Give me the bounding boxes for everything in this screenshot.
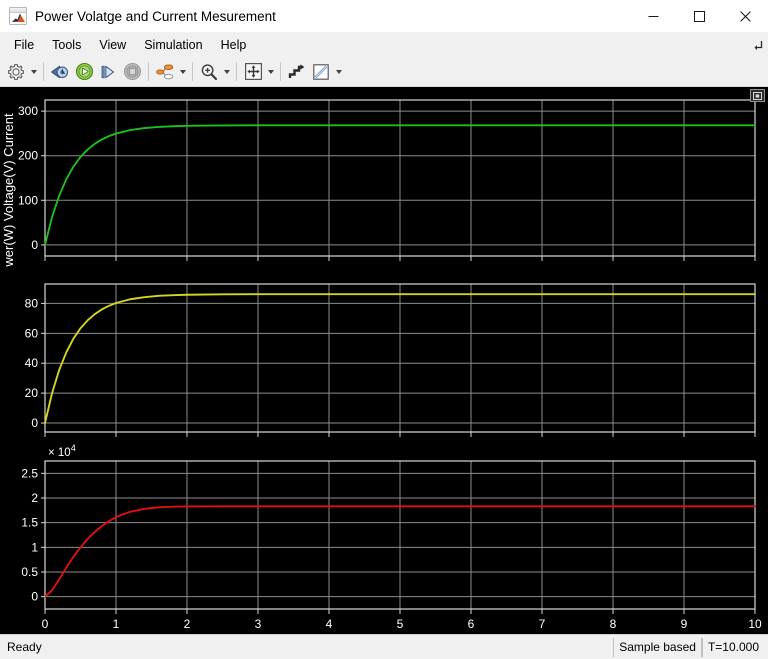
scope-window: Power Volatge and Current Mesurement Fil…: [0, 0, 768, 659]
toolbar: [0, 57, 768, 87]
toolbar-separator-1: [43, 62, 44, 81]
x-tick-label: 10: [748, 617, 762, 631]
toolbar-separator-2: [148, 62, 149, 81]
menu-bar: File Tools View Simulation Help: [0, 32, 768, 57]
x-tick-label: 2: [184, 617, 191, 631]
step-forward-button[interactable]: [96, 60, 120, 84]
autoscale-caret[interactable]: [265, 60, 276, 84]
annotations-button[interactable]: [309, 60, 333, 84]
y-tick-label: 1.5: [21, 516, 38, 530]
stop-button: [120, 60, 144, 84]
status-frame-mode: Sample based: [613, 637, 702, 657]
maximize-button[interactable]: [676, 0, 722, 32]
scope-display[interactable]: 0 100 200 300 0 20 40 60 80 0 0.5 1 1.5 2 2.5 × 104 0 1 2 3…: [0, 87, 768, 634]
toolbar-separator-3: [192, 62, 193, 81]
x-tick-label: 6: [468, 617, 475, 631]
window-title: Power Volatge and Current Mesurement: [35, 8, 276, 24]
window-controls: [630, 0, 768, 32]
matlab-scope-icon: [9, 7, 27, 25]
autoscale-button[interactable]: [241, 60, 265, 84]
configuration-properties-button[interactable]: [4, 60, 28, 84]
y-tick-label: 80: [25, 296, 39, 310]
x-tick-label: 1: [113, 617, 120, 631]
zoom-in-button[interactable]: [197, 60, 221, 84]
scope-plots: 0 100 200 300 0 20 40 60 80 0 0.5 1 1.5 2 2.5 × 104 0 1 2 3…: [1, 99, 762, 631]
y-tick-label: 20: [25, 386, 39, 400]
toolbar-separator-5: [280, 62, 281, 81]
signal-selector-caret[interactable]: [177, 60, 188, 84]
y-tick-label: 300: [18, 104, 38, 118]
status-bar: Ready Sample based T=10.000: [0, 634, 768, 659]
menu-tools[interactable]: Tools: [44, 35, 89, 55]
x-tick-label: 0: [42, 617, 49, 631]
x-tick-label: 5: [397, 617, 404, 631]
y-tick-label: 1: [31, 540, 38, 554]
power-plot: 0 0.5 1 1.5 2 2.5 × 104 0 1 2 3 4 5 6 7 8 9 10: [21, 443, 762, 631]
annotations-caret[interactable]: [333, 60, 344, 84]
y-tick-label: 100: [18, 193, 38, 207]
y-tick-label: 0: [31, 416, 38, 430]
signal-selector-button[interactable]: [153, 60, 177, 84]
menu-file[interactable]: File: [6, 35, 42, 55]
status-time: T=10.000: [701, 637, 764, 657]
run-back-to-start-button[interactable]: [48, 60, 72, 84]
x-tick-label: 7: [539, 617, 546, 631]
expand-arrows-icon[interactable]: [750, 89, 765, 102]
close-button[interactable]: [722, 0, 768, 32]
x-tick-label: 4: [326, 617, 333, 631]
x-tick-label: 3: [255, 617, 262, 631]
menu-simulation[interactable]: Simulation: [136, 35, 210, 55]
menu-overflow-arrow-icon[interactable]: [752, 38, 764, 50]
voltage-plot: 0 20 40 60 80: [25, 283, 756, 437]
y-tick-label: 40: [25, 356, 39, 370]
y-tick-label: 2: [31, 491, 38, 505]
menu-view[interactable]: View: [91, 35, 134, 55]
current-plot: 0 100 200 300: [18, 99, 756, 261]
y-tick-label: 200: [18, 149, 38, 163]
zoom-in-caret[interactable]: [221, 60, 232, 84]
title-bar: Power Volatge and Current Mesurement: [0, 0, 768, 32]
x-tick-label: 8: [610, 617, 617, 631]
y-axis-exponent-label: × 104: [48, 443, 76, 459]
y-axis-label: wer(W) Voltage(V) Current: [1, 113, 16, 268]
y-tick-label: 0: [31, 590, 38, 604]
y-tick-label: 0.5: [21, 565, 38, 579]
menu-help[interactable]: Help: [213, 35, 255, 55]
status-state: Ready: [7, 640, 42, 654]
y-tick-label: 2.5: [21, 466, 38, 480]
run-button[interactable]: [72, 60, 96, 84]
y-tick-label: 60: [25, 326, 39, 340]
x-tick-label: 9: [681, 617, 688, 631]
minimize-button[interactable]: [630, 0, 676, 32]
cursor-measurements-button[interactable]: [285, 60, 309, 84]
y-tick-label: 0: [31, 238, 38, 252]
configuration-properties-caret[interactable]: [28, 60, 39, 84]
toolbar-separator-4: [236, 62, 237, 81]
